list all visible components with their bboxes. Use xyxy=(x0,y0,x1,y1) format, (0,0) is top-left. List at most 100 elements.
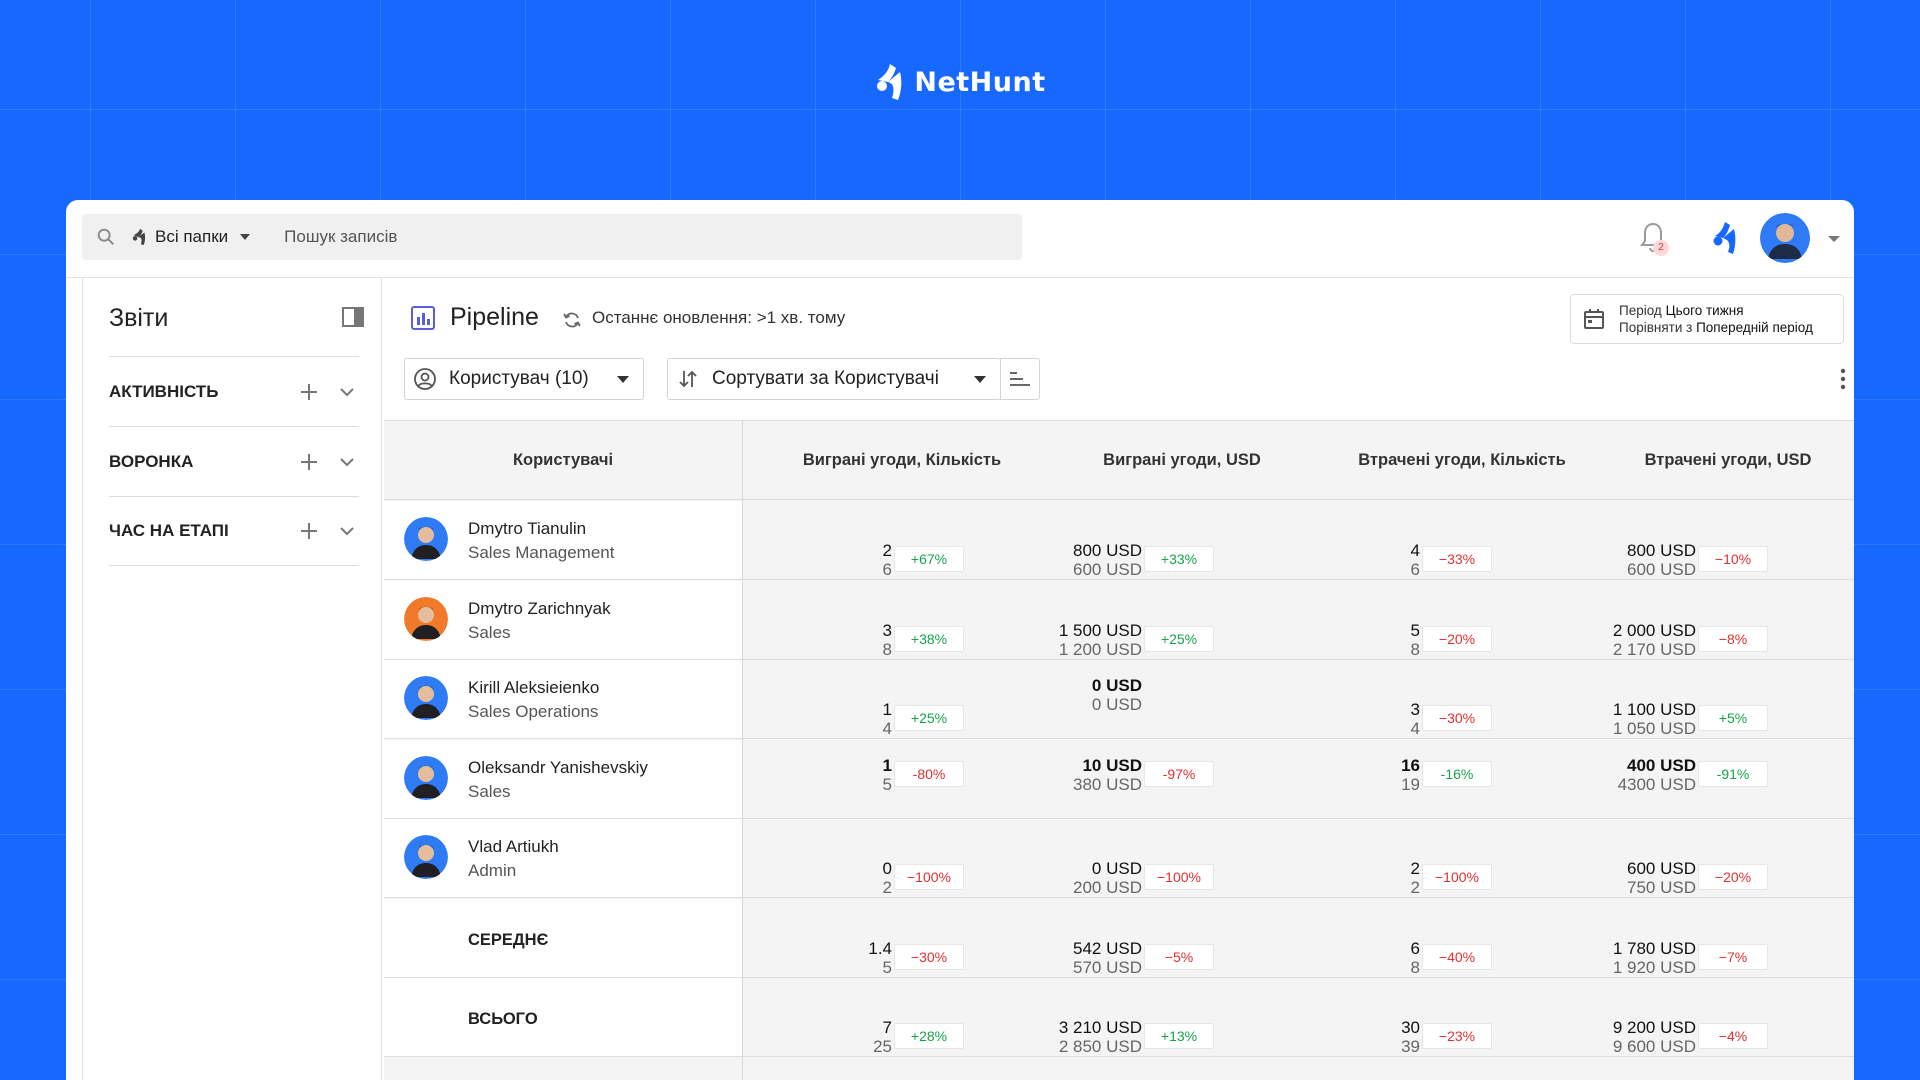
column-header-users[interactable]: Користувачі xyxy=(384,421,742,500)
metric-cell: 2 6 +67% xyxy=(714,501,974,580)
user-name[interactable]: Dmytro Tianulin xyxy=(468,519,586,539)
column-header-won-count[interactable]: Виграні угоди, Кількість xyxy=(762,421,1042,500)
current-value: 1 780 USD xyxy=(1612,938,1696,958)
sort-dropdown[interactable]: Сортувати за Користувачі xyxy=(667,358,1001,400)
summary-label: ВСЬОГО xyxy=(468,1010,538,1028)
refresh-icon[interactable] xyxy=(562,310,582,330)
change-badge: −40% xyxy=(1422,943,1492,970)
logo-text: NetHunt xyxy=(914,66,1046,98)
sidebar-title: Звіти xyxy=(109,304,169,332)
change-badge: +67% xyxy=(894,546,964,572)
table-row[interactable]: Oleksandr Yanishevskiy Sales 1 5 -80% 10 USD 3… xyxy=(384,739,1854,819)
top-bar: Всі папки 2 xyxy=(66,200,1854,278)
metric-cell: 1 500 USD 1 200 USD +25% xyxy=(964,581,1224,660)
current-value: 1.4 xyxy=(868,938,892,958)
current-value: 2 xyxy=(1410,859,1420,878)
column-divider xyxy=(742,421,743,1080)
sort-lines-icon xyxy=(1010,372,1030,386)
user-name[interactable]: Dmytro Zarichnyak xyxy=(468,599,611,619)
user-name[interactable]: Oleksandr Yanishevskiy xyxy=(468,758,648,778)
chevron-down-icon[interactable] xyxy=(339,526,355,536)
current-value: 800 USD xyxy=(1627,541,1696,560)
table-row[interactable]: Kirill Aleksieienko Sales Operations 1 4 +25… xyxy=(384,660,1854,739)
user-role: Sales xyxy=(468,781,511,801)
current-value: 800 USD xyxy=(1073,541,1142,560)
chevron-down-icon[interactable] xyxy=(339,387,355,397)
table-row[interactable]: Dmytro Tianulin Sales Management 2 6 +67% 800… xyxy=(384,501,1854,580)
more-options-icon[interactable] xyxy=(1840,368,1846,390)
user-name[interactable]: Kirill Aleksieienko xyxy=(468,678,599,698)
avatar xyxy=(404,755,448,800)
metric-values: 7 25 xyxy=(873,1018,892,1056)
plus-icon[interactable] xyxy=(299,382,319,402)
current-value: 16 xyxy=(1401,755,1420,775)
previous-value: 600 USD xyxy=(1073,560,1142,579)
table-row[interactable]: Vlad Artiukh Admin 0 2 −100% 0 USD 200 USD −100… xyxy=(384,819,1854,898)
change-badge: −33% xyxy=(1422,546,1492,572)
metric-values: 22 xyxy=(1411,859,1420,897)
sidebar-section-activity[interactable]: АКТИВНІСТЬ xyxy=(109,356,359,426)
metric-values: 542 USD 570 USD xyxy=(1073,939,1142,977)
search-input[interactable] xyxy=(284,227,885,247)
user-filter-dropdown[interactable]: Користувач (10) xyxy=(404,358,644,400)
table-row[interactable]: Dmytro Zarichnyak Sales 3 8 +38% 1 500 USD 1 2… xyxy=(384,580,1854,660)
current-value: 0 xyxy=(882,859,892,878)
change-badge: -91% xyxy=(1698,760,1768,787)
compare-prefix: Порівняти з xyxy=(1619,320,1693,335)
nethunt-app-icon[interactable] xyxy=(1711,220,1741,256)
previous-value: 5 xyxy=(882,957,892,977)
previous-value: 8 xyxy=(882,639,892,659)
metric-cell: 4 6 −33% xyxy=(1242,501,1502,580)
current-value: 3 210 USD xyxy=(1058,1018,1142,1037)
summary-row[interactable]: ВСЬОГО 7 25 +28% 3 210 USD 2 850 USD +13% 30 39−… xyxy=(384,978,1854,1057)
collapse-sidebar-icon[interactable] xyxy=(341,306,365,328)
user-name[interactable]: Vlad Artiukh xyxy=(468,837,559,857)
summary-row[interactable]: СЕРЕДНЄ 1.4 5 −30% 542 USD 570 USD −5% 6 8 −40% 1 … xyxy=(384,898,1854,978)
change-badge: +25% xyxy=(894,705,964,731)
chevron-down-icon[interactable] xyxy=(339,457,355,467)
change-badge: −8% xyxy=(1698,625,1768,652)
change-badge: −100% xyxy=(1144,864,1214,890)
search-bar[interactable]: Всі папки xyxy=(82,214,1022,260)
column-header-lost-count[interactable]: Втрачені угоди, Кількість xyxy=(1322,421,1602,500)
change-badge: +13% xyxy=(1144,1023,1214,1049)
metric-values: 15 xyxy=(883,756,892,794)
metric-values: 16 19 xyxy=(1401,756,1420,794)
nethunt-folder-icon xyxy=(132,228,146,246)
metric-cell: 1.4 5 −30% xyxy=(714,899,974,978)
column-header-lost-usd[interactable]: Втрачені угоди, USD xyxy=(1602,421,1854,500)
folder-label: Всі папки xyxy=(155,227,229,246)
sidebar-section-funnel[interactable]: ВОРОНКА xyxy=(109,426,359,496)
previous-value: 2 850 USD xyxy=(1058,1037,1142,1056)
plus-icon[interactable] xyxy=(299,452,319,472)
metric-cell: 16 19 -16% xyxy=(1242,740,1502,819)
previous-value: 750 USD xyxy=(1627,878,1696,897)
plus-icon[interactable] xyxy=(299,521,319,541)
period-selector[interactable]: Період Цього тижня Порівняти з Попередні… xyxy=(1570,294,1844,344)
account-menu-caret-icon[interactable] xyxy=(1828,236,1840,242)
column-header-won-usd[interactable]: Виграні угоди, USD xyxy=(1042,421,1322,500)
change-badge: −5% xyxy=(1144,943,1214,970)
metric-values: 1 780 USD 1 920 USD xyxy=(1613,939,1696,977)
current-value: 2 xyxy=(882,541,892,560)
bar-chart-icon xyxy=(411,306,435,330)
user-avatar[interactable] xyxy=(1760,213,1810,263)
nethunt-logo-icon xyxy=(877,64,902,100)
sidebar-section-stage-time[interactable]: ЧАС НА ЕТАПІ xyxy=(109,496,359,566)
metric-values: 9 200 USD 9 600 USD xyxy=(1613,1018,1696,1056)
user-cell: ВСЬОГО xyxy=(384,978,742,1057)
change-badge: -80% xyxy=(894,760,964,787)
folder-selector[interactable]: Всі папки xyxy=(131,227,251,247)
pipeline-table: Користувачі Виграні угоди, Кількість Виг… xyxy=(384,420,1854,1080)
last-update-text: Останнє оновлення: >1 хв. тому xyxy=(592,308,846,327)
metric-cell: 0 2 −100% xyxy=(714,819,974,898)
metric-cell: 5 8 −20% xyxy=(1242,581,1502,660)
sort-direction-button[interactable] xyxy=(1000,358,1040,400)
avatar xyxy=(404,835,448,879)
change-badge: −20% xyxy=(1422,625,1492,652)
period-text: Період Цього тижня Порівняти з Попередні… xyxy=(1619,302,1813,336)
previous-value: 1 200 USD xyxy=(1058,639,1142,659)
change-badge: −30% xyxy=(1422,705,1492,731)
user-cell: Dmytro Zarichnyak Sales xyxy=(384,580,742,660)
metric-values: 1 100 USD 1 050 USD xyxy=(1613,700,1696,738)
